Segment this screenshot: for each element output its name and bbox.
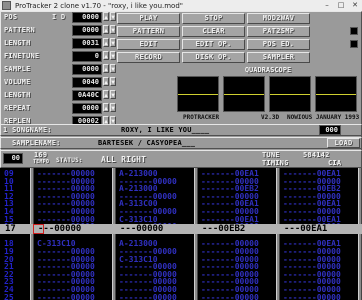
scope-wave bbox=[178, 94, 218, 95]
decrement-arrow-icon[interactable]: ▼ bbox=[110, 77, 116, 86]
minimize-button[interactable]: – bbox=[320, 1, 334, 10]
scope-channel-2[interactable] bbox=[223, 76, 265, 112]
banner-version: V2.3D bbox=[261, 114, 280, 121]
scope-wave bbox=[270, 94, 310, 95]
edit-cursor bbox=[33, 224, 44, 234]
panel-label: LENGTH bbox=[4, 91, 31, 99]
mod2wav-button[interactable]: MOD2WAV bbox=[247, 13, 310, 24]
pattern-button[interactable]: PATTERN bbox=[117, 26, 180, 37]
pattern-cell[interactable]: -------00000 bbox=[37, 293, 115, 300]
samplename-value[interactable]: BARTESEK / CASYOPEA___ bbox=[98, 139, 195, 148]
stop-button[interactable]: STOP bbox=[182, 13, 245, 24]
tune-value: 584142 bbox=[303, 151, 330, 159]
pattern-cell[interactable]: -------00000 bbox=[201, 293, 279, 300]
quadrascope-title: QUADRASCOPE bbox=[175, 65, 361, 75]
pattern-cell[interactable]: -------00000 bbox=[119, 293, 197, 300]
timing-value: CIA bbox=[328, 159, 342, 167]
increment-arrow-icon[interactable]: ▲ bbox=[103, 103, 109, 112]
panel-value[interactable]: 0A40C bbox=[72, 90, 102, 101]
cursor-row-number: 17 bbox=[5, 224, 16, 234]
channel-separator bbox=[194, 168, 198, 300]
tiny-indicator bbox=[350, 27, 358, 35]
panel-label: FINETUNE bbox=[4, 52, 40, 60]
decrement-arrow-icon[interactable]: ▼ bbox=[110, 64, 116, 73]
decrement-arrow-icon[interactable]: ▼ bbox=[110, 103, 116, 112]
scope-channel-4[interactable] bbox=[315, 76, 357, 112]
panel-value[interactable]: 0040 bbox=[72, 77, 102, 88]
increment-arrow-icon[interactable]: ▲ bbox=[103, 25, 109, 34]
sampler-button[interactable]: SAMPLER bbox=[247, 52, 310, 63]
scope-wave bbox=[224, 94, 264, 95]
samplename-label: SAMPLENAME: bbox=[12, 139, 61, 147]
cursor-ch3[interactable]: ---00EB2 bbox=[202, 224, 245, 234]
increment-arrow-icon[interactable]: ▲ bbox=[103, 64, 109, 73]
decrement-arrow-icon[interactable]: ▼ bbox=[110, 90, 116, 99]
pat2smp-button[interactable]: PAT2SMP bbox=[247, 26, 310, 37]
decrement-arrow-icon[interactable]: ▼ bbox=[110, 25, 116, 34]
decrement-arrow-icon[interactable]: ▼ bbox=[110, 51, 116, 60]
scope-channel-3[interactable] bbox=[269, 76, 311, 112]
edit-button[interactable]: EDIT bbox=[117, 39, 180, 50]
protracker-banner: PROTRACKER V2.3D NOWIOUS JANUARY 1993 bbox=[175, 113, 361, 122]
status-label: STATUS: bbox=[56, 157, 83, 164]
cursor-ch2[interactable]: ---00000 bbox=[120, 224, 163, 234]
songname-value[interactable]: ROXY, I LIKE YOU____ bbox=[121, 126, 209, 135]
clear-button[interactable]: CLEAR bbox=[182, 26, 245, 37]
songname-label: SONGNAME: bbox=[12, 126, 52, 134]
title-bar: ProTracker 2 clone v1.70 - "roxy, i like… bbox=[0, 0, 362, 11]
panel-label: SAMPLE bbox=[4, 65, 31, 73]
position-display: 00 bbox=[3, 153, 23, 164]
panel-label: REPEAT bbox=[4, 104, 31, 112]
panel-label: POS bbox=[4, 13, 18, 21]
window-title: ProTracker 2 clone v1.70 - "roxy, i like… bbox=[15, 1, 184, 10]
disk-op-button[interactable]: DISK OP. bbox=[182, 52, 245, 63]
play-button[interactable]: PLAY bbox=[117, 13, 180, 24]
banner-left: PROTRACKER bbox=[183, 114, 220, 121]
panel-value[interactable]: 0031 bbox=[72, 38, 102, 49]
row-number: 25 bbox=[4, 292, 14, 300]
status-text: ALL RIGHT bbox=[101, 155, 147, 164]
decrement-arrow-icon[interactable]: ▼ bbox=[110, 12, 116, 21]
increment-arrow-icon[interactable]: ▲ bbox=[103, 51, 109, 60]
panel-label: PATTERN bbox=[4, 26, 35, 34]
banner-right: NOWIOUS JANUARY 1993 bbox=[287, 114, 360, 121]
load-button[interactable]: LOAD bbox=[327, 138, 360, 148]
tiny-indicator bbox=[350, 40, 358, 48]
panel-value[interactable]: 0000 bbox=[72, 103, 102, 114]
channel-separator bbox=[112, 168, 116, 300]
panel-value[interactable]: 0 bbox=[72, 51, 102, 62]
close-button[interactable]: ✕ bbox=[348, 1, 362, 10]
record-button[interactable]: RECORD bbox=[117, 52, 180, 63]
app-icon bbox=[2, 1, 11, 10]
channel-separator bbox=[276, 168, 280, 300]
maximize-button[interactable]: □ bbox=[334, 1, 348, 10]
channel-separator bbox=[358, 168, 362, 300]
panel-label: LENGTH bbox=[4, 39, 31, 47]
cursor-row: 17 ---00000 ---00000 ---00EB2 ---00EA1 bbox=[0, 224, 362, 234]
increment-arrow-icon[interactable]: ▲ bbox=[103, 90, 109, 99]
pos-ed-button[interactable]: POS ED. bbox=[247, 39, 310, 50]
edit-op-button[interactable]: EDIT OP. bbox=[182, 39, 245, 50]
panel-value[interactable]: 0000 bbox=[72, 25, 102, 36]
timing-label: TIMING bbox=[262, 159, 289, 167]
pattern-cell[interactable]: -------00000 bbox=[283, 293, 361, 300]
increment-arrow-icon[interactable]: ▲ bbox=[103, 77, 109, 86]
panel-label: VOLUME bbox=[4, 78, 31, 86]
panel-extra: I D bbox=[52, 13, 66, 21]
song-counter: 000 bbox=[319, 125, 341, 135]
scope-wave bbox=[316, 94, 356, 95]
scope-channel-1[interactable] bbox=[177, 76, 219, 112]
cursor-ch4[interactable]: ---00EA1 bbox=[284, 224, 327, 234]
increment-arrow-icon[interactable]: ▲ bbox=[103, 12, 109, 21]
song-index: 1 bbox=[3, 126, 8, 134]
decrement-arrow-icon[interactable]: ▼ bbox=[110, 38, 116, 47]
panel-value[interactable]: 0000 bbox=[72, 12, 102, 23]
cursor-ch1[interactable]: ---00000 bbox=[38, 224, 81, 234]
tempo-label: TEMPO bbox=[33, 159, 50, 165]
panel-value[interactable]: 0000 bbox=[72, 64, 102, 75]
channel-separator bbox=[30, 168, 34, 300]
increment-arrow-icon[interactable]: ▲ bbox=[103, 38, 109, 47]
